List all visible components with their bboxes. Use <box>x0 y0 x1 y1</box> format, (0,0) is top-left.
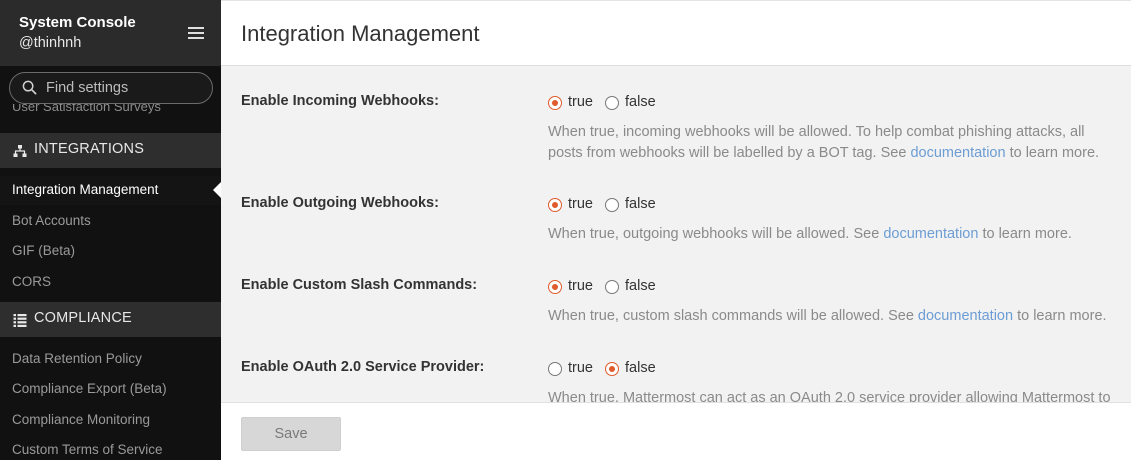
radio-icon <box>605 280 619 294</box>
menu-icon[interactable] <box>188 27 204 39</box>
sidebar-item-data-retention-policy[interactable]: Data Retention Policy <box>12 351 142 366</box>
sidebar-item-bot-accounts[interactable]: Bot Accounts <box>12 213 91 228</box>
sidebar-item-compliance-monitoring[interactable]: Compliance Monitoring <box>12 412 150 427</box>
sidebar-item-integration-management[interactable]: Integration Management <box>12 182 158 197</box>
setting-help-text: When true, custom slash commands will be… <box>548 308 1107 324</box>
radio-icon <box>548 280 562 294</box>
page-title: Integration Management <box>241 21 480 46</box>
radio-icon <box>605 96 619 110</box>
sidebar-header: System Console @thinhnh <box>0 0 221 66</box>
sidebar-username: @thinhnh <box>19 35 82 51</box>
setting-label: Enable Incoming Webhooks: <box>241 93 439 109</box>
radio-icon <box>605 362 619 376</box>
setting-label: Enable OAuth 2.0 Service Provider: <box>241 359 485 375</box>
documentation-link[interactable]: documentation <box>883 226 978 242</box>
save-footer: Save <box>221 402 1131 460</box>
save-button[interactable]: Save <box>241 417 341 451</box>
settings-content[interactable]: Enable Incoming Webhooks: true false Whe… <box>221 66 1131 402</box>
setting-label: Enable Custom Slash Commands: <box>241 277 478 293</box>
sidebar-item-cors[interactable]: CORS <box>12 274 51 289</box>
radio-icon <box>548 198 562 212</box>
page-header: Integration Management <box>221 0 1131 66</box>
section-label: COMPLIANCE <box>34 310 132 326</box>
setting-help-text: When true, Mattermost can act as an OAut… <box>548 390 1111 402</box>
radio-icon <box>548 362 562 376</box>
sidebar-item-custom-terms-of-service[interactable]: Custom Terms of Service <box>12 442 163 457</box>
sidebar: System Console @thinhnh User Satisfactio… <box>0 0 221 460</box>
section-header-compliance: COMPLIANCE <box>0 302 221 337</box>
sidebar-title: System Console <box>19 14 136 31</box>
documentation-link[interactable]: documentation <box>910 145 1005 161</box>
search-input[interactable] <box>46 78 206 98</box>
setting-label: Enable Outgoing Webhooks: <box>241 195 439 211</box>
settings-search[interactable] <box>9 72 213 104</box>
section-header-integrations: INTEGRATIONS <box>0 133 221 168</box>
documentation-link[interactable]: documentation <box>918 308 1013 324</box>
main-panel: Integration Management Enable Incoming W… <box>221 0 1131 460</box>
setting-help-text: When true, incoming webhooks will be all… <box>548 124 1100 161</box>
search-icon <box>22 80 37 95</box>
radio-icon <box>548 96 562 110</box>
list-icon <box>13 314 27 327</box>
sidebar-item-user-satisfaction-surveys[interactable]: User Satisfaction Surveys <box>12 104 161 118</box>
setting-help-text: When true, outgoing webhooks will be all… <box>548 226 1072 242</box>
active-caret-icon <box>213 182 221 198</box>
section-label: INTEGRATIONS <box>34 141 145 157</box>
sidebar-item-compliance-export[interactable]: Compliance Export (Beta) <box>12 381 167 396</box>
sitemap-icon <box>13 145 27 157</box>
sidebar-item-gif-beta[interactable]: GIF (Beta) <box>12 243 75 258</box>
radio-icon <box>605 198 619 212</box>
